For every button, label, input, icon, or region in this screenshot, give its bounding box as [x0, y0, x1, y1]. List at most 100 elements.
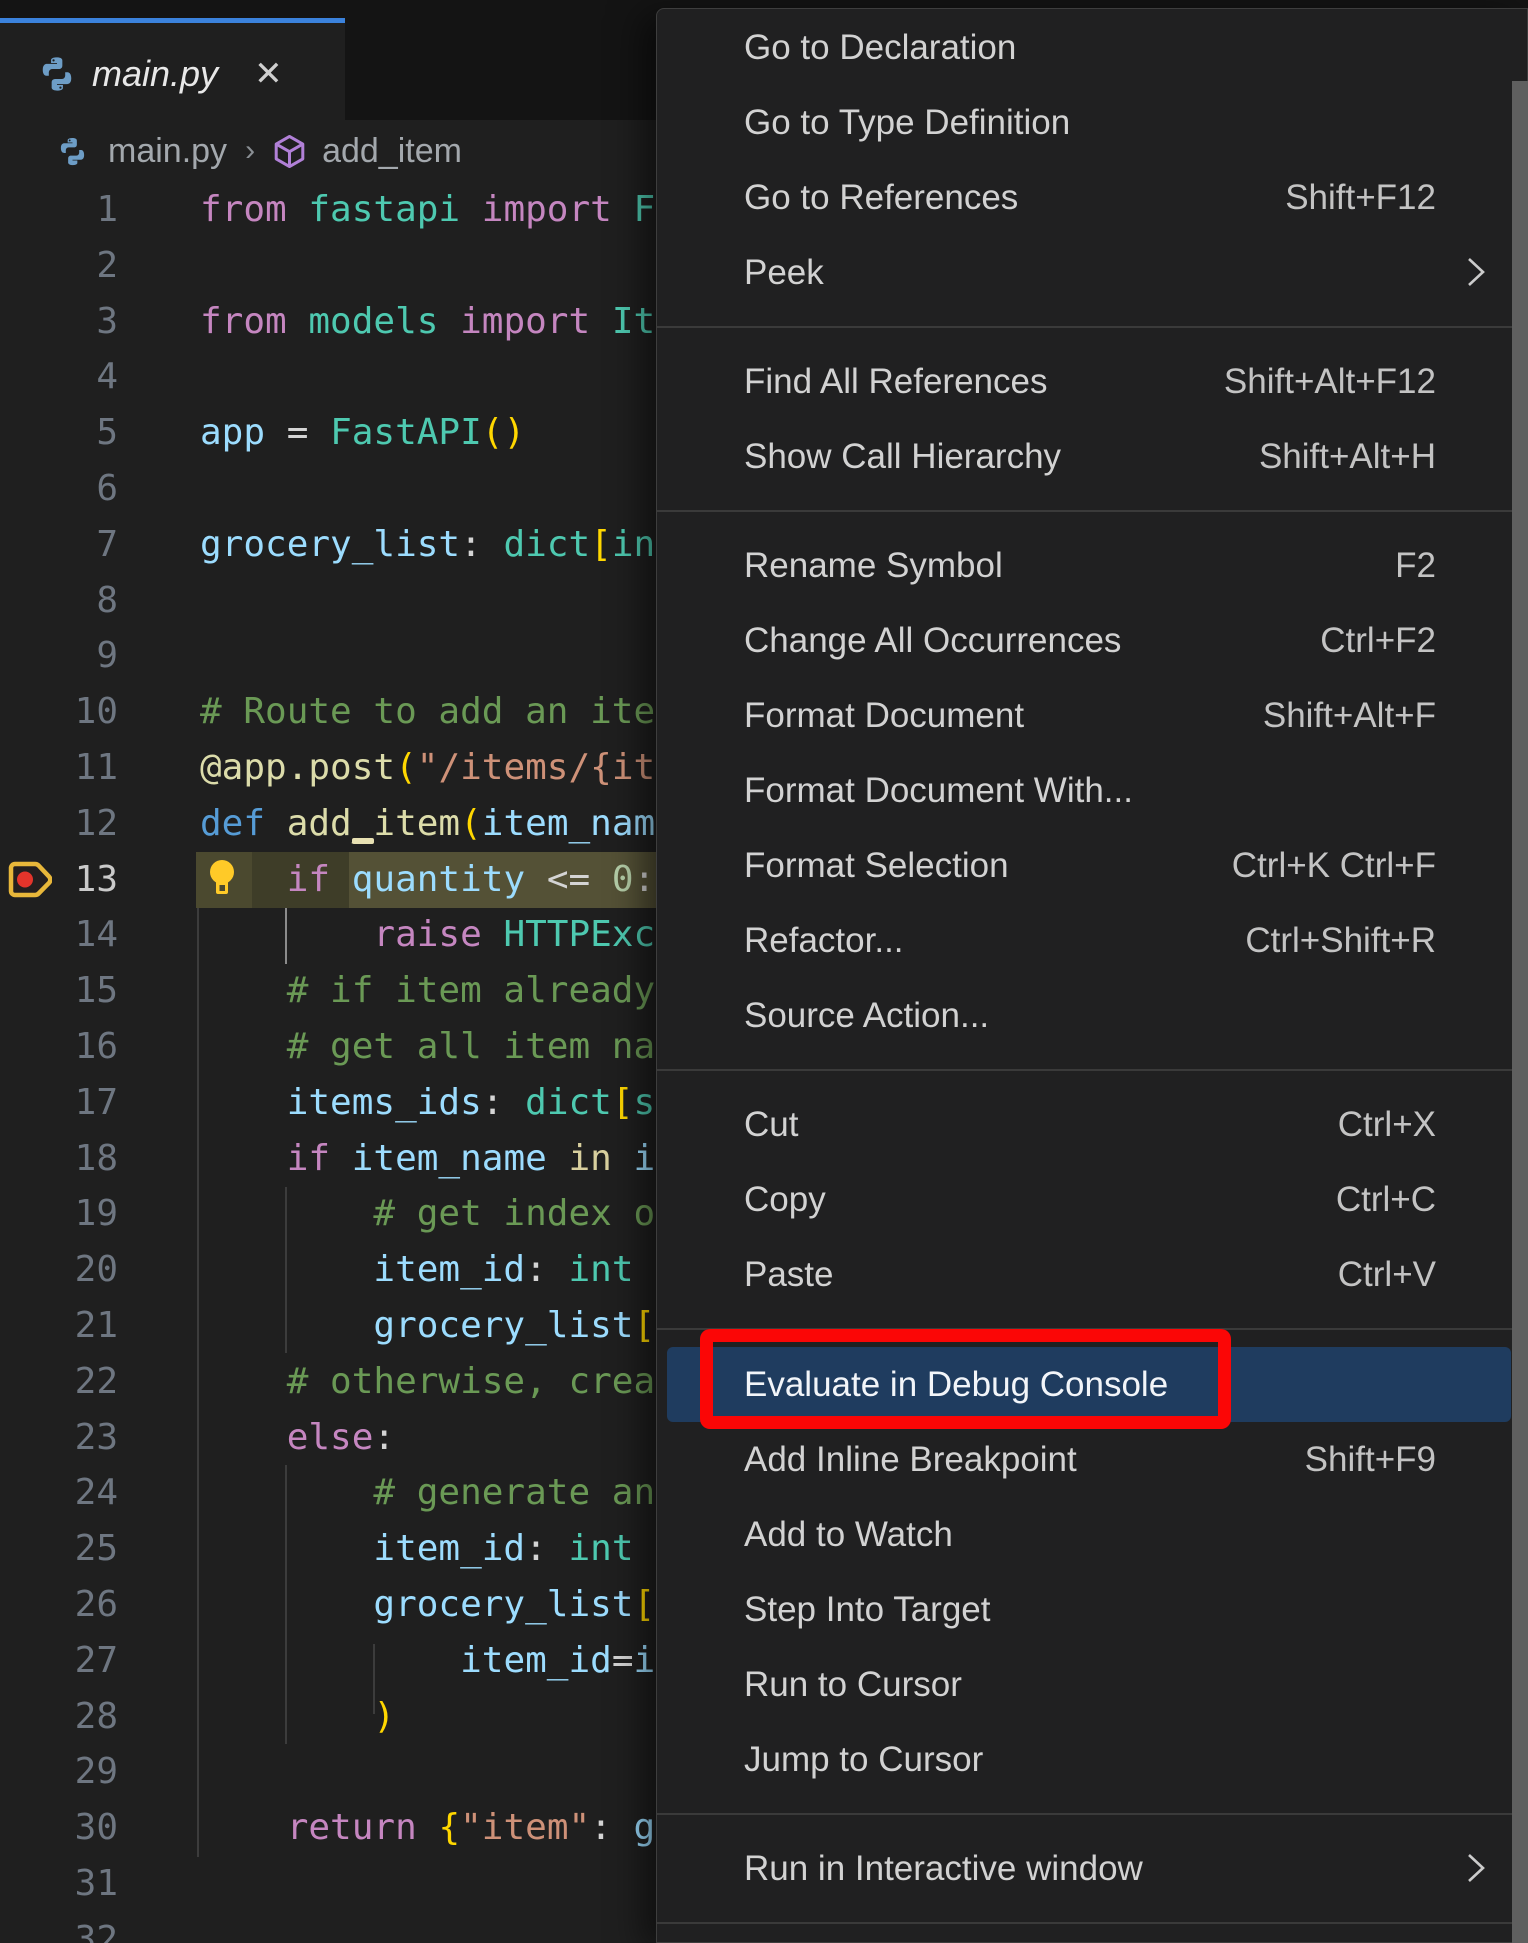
menu-item-label: Go to Type Definition: [744, 103, 1070, 143]
code-text: if quantity <= 0:: [200, 852, 655, 908]
indent-guide: [197, 908, 199, 1857]
menu-separator: [657, 1053, 1527, 1087]
menu-item-label: Rename Symbol: [744, 546, 1003, 586]
menu-item-label: Find All References: [744, 362, 1047, 402]
menu-item-go-to-references[interactable]: Go to ReferencesShift+F12: [657, 160, 1527, 235]
line-number: 20: [0, 1242, 118, 1298]
menu-item-format-document-with[interactable]: Format Document With...: [657, 753, 1527, 828]
menu-item-step-into-target[interactable]: Step Into Target: [657, 1572, 1527, 1647]
menu-item-shortcut: Shift+Alt+H: [1259, 437, 1436, 477]
line-number: 17: [0, 1075, 118, 1131]
line-number: 9: [0, 628, 118, 684]
line-number: 14: [0, 907, 118, 963]
menu-item-label: Jump to Cursor: [744, 1740, 983, 1780]
vscode-window: main.py ✕ main.py › add_item 1from fasta…: [0, 0, 1528, 1943]
line-number: 2: [0, 238, 118, 294]
menu-item-label: Refactor...: [744, 921, 904, 961]
line-number: 16: [0, 1019, 118, 1075]
tab-title: main.py: [92, 53, 218, 95]
menu-separator: [657, 1906, 1527, 1940]
line-number: 7: [0, 517, 118, 573]
submenu-chevron-icon: [1465, 1852, 1487, 1884]
code-text: else:: [200, 1410, 395, 1466]
menu-item-label: Peek: [744, 253, 824, 293]
context-menu: Go to Declaration Go to Type Definition Go…: [656, 8, 1528, 1943]
menu-item-shortcut: Shift+F9: [1305, 1440, 1436, 1480]
line-number: 27: [0, 1633, 118, 1689]
symbol-cube-icon: [271, 133, 308, 170]
menu-item-label: Change All Occurrences: [744, 621, 1121, 661]
line-number: 15: [0, 963, 118, 1019]
menu-item-label: Show Call Hierarchy: [744, 437, 1061, 477]
breadcrumb-symbol[interactable]: add_item: [322, 132, 462, 171]
menu-item-run-in-interactive-window[interactable]: Run in Interactive window: [657, 1831, 1527, 1906]
menu-item-shortcut: Ctrl+F2: [1320, 621, 1436, 661]
menu-item-label: Format Document: [744, 696, 1024, 736]
menu-item-label: Run to Cursor: [744, 1665, 962, 1705]
python-icon: [57, 136, 88, 167]
line-number: 11: [0, 740, 118, 796]
annotation-highlight-box: [700, 1329, 1231, 1429]
menu-item-shortcut: F2: [1395, 546, 1436, 586]
menu-item-format-document[interactable]: Format Document Shift+Alt+F: [657, 678, 1527, 753]
menu-item-paste[interactable]: PasteCtrl+V: [657, 1237, 1527, 1312]
menu-item-cut[interactable]: CutCtrl+X: [657, 1087, 1527, 1162]
line-number: 25: [0, 1521, 118, 1577]
menu-item-change-all-occurrences[interactable]: Change All Occurrences Ctrl+F2: [657, 603, 1527, 678]
menu-item-run-to-cursor[interactable]: Run to Cursor: [657, 1647, 1527, 1722]
line-number: 12: [0, 796, 118, 852]
line-number: 21: [0, 1298, 118, 1354]
breadcrumb-file[interactable]: main.py: [108, 132, 227, 171]
line-number: 31: [0, 1856, 118, 1912]
menu-item-add-to-watch[interactable]: Add to Watch: [657, 1497, 1527, 1572]
menu-item-source-action[interactable]: Source Action...: [657, 978, 1527, 1053]
close-icon[interactable]: ✕: [254, 57, 283, 91]
line-number: 4: [0, 349, 118, 405]
line-number: 28: [0, 1689, 118, 1745]
line-number: 5: [0, 405, 118, 461]
line-number: 19: [0, 1186, 118, 1242]
breadcrumb: main.py › add_item: [0, 120, 656, 182]
occurrence-highlight-edge: [352, 838, 374, 844]
line-number: 30: [0, 1800, 118, 1856]
menu-item-peek[interactable]: Peek: [657, 235, 1527, 310]
code-text: ): [200, 1689, 395, 1745]
menu-item-copy[interactable]: CopyCtrl+C: [657, 1162, 1527, 1237]
menu-item-shortcut: Ctrl+C: [1336, 1180, 1436, 1220]
tab-main-py[interactable]: main.py ✕: [0, 18, 345, 125]
breakpoint-hit-icon[interactable]: [8, 858, 52, 902]
chevron-right-icon: ›: [245, 134, 255, 168]
menu-item-add-inline-breakpoint[interactable]: Add Inline BreakpointShift+F9: [657, 1422, 1527, 1497]
menu-item-jump-to-cursor[interactable]: Jump to Cursor: [657, 1722, 1527, 1797]
menu-item-go-to-type-definition[interactable]: Go to Type Definition: [657, 85, 1527, 160]
line-number: 8: [0, 573, 118, 629]
menu-item-label: Format Document With...: [744, 771, 1133, 811]
line-number: 1: [0, 182, 118, 238]
menu-item-label: Go to Declaration: [744, 28, 1016, 68]
menu-item-refactor[interactable]: Refactor...Ctrl+Shift+R: [657, 903, 1527, 978]
menu-item-show-call-hierarchy[interactable]: Show Call Hierarchy Shift+Alt+H: [657, 419, 1527, 494]
menu-item-shortcut: Shift+Alt+F: [1263, 696, 1436, 736]
menu-item-label: Format Selection: [744, 846, 1009, 886]
line-number: 32: [0, 1912, 118, 1943]
menu-item-format-selection[interactable]: Format Selection Ctrl+K Ctrl+F: [657, 828, 1527, 903]
menu-item-label: Cut: [744, 1105, 798, 1145]
menu-item-label: Add to Watch: [744, 1515, 953, 1555]
line-number: 26: [0, 1577, 118, 1633]
menu-item-go-to-declaration[interactable]: Go to Declaration: [657, 10, 1527, 85]
menu-separator: [657, 310, 1527, 344]
python-icon: [38, 55, 76, 93]
menu-item-rename-symbol[interactable]: Rename Symbol F2: [657, 528, 1527, 603]
menu-item-shortcut: Shift+Alt+F12: [1224, 362, 1436, 402]
menu-separator: [657, 1797, 1527, 1831]
code-text: app = FastAPI(): [200, 405, 525, 461]
menu-item-shortcut: Ctrl+V: [1338, 1255, 1436, 1295]
menu-item-shortcut: Ctrl+K Ctrl+F: [1232, 846, 1436, 886]
menu-item-find-all-references[interactable]: Find All References Shift+Alt+F12: [657, 344, 1527, 419]
line-number: 6: [0, 461, 118, 517]
line-number: 29: [0, 1744, 118, 1800]
line-number: 23: [0, 1410, 118, 1466]
menu-scrollbar[interactable]: [1512, 81, 1528, 1943]
lightbulb-icon[interactable]: [207, 859, 237, 901]
submenu-chevron-icon: [1465, 256, 1487, 288]
